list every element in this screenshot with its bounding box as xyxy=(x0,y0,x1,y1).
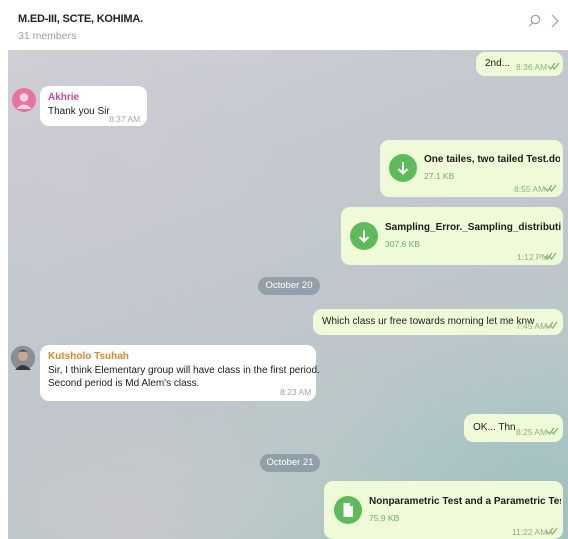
message-time: 8:37 AM xyxy=(109,114,141,124)
document-icon xyxy=(343,503,353,517)
avatar[interactable] xyxy=(11,346,35,370)
member-count: 31 members xyxy=(18,30,77,42)
file-message[interactable]: Nonparametric Test and a Parametric Test… xyxy=(324,481,563,539)
file-name[interactable]: Sampling_Error._Sampling_distribution.d.… xyxy=(385,221,561,235)
read-check-icon xyxy=(546,427,559,435)
message-outgoing[interactable]: 2nd... 8:36 AM xyxy=(476,52,563,76)
message-text: Thank you Sir xyxy=(48,106,110,117)
read-check-icon xyxy=(544,252,557,260)
file-size: 75.9 KB xyxy=(369,513,400,523)
message-text: Sir, I think Elementary group will have … xyxy=(48,365,320,376)
download-arrow-icon xyxy=(397,162,409,175)
read-check-icon xyxy=(545,321,558,329)
chat-title[interactable]: M.ED-III, SCTE, KOHIMA. xyxy=(18,13,143,25)
message-time: 8:25 AM xyxy=(516,427,548,437)
date-separator: October 21 xyxy=(260,454,320,472)
message-incoming[interactable]: Kutsholo Tsuhah Sir, I think Elementary … xyxy=(40,345,320,401)
user-silhouette-icon xyxy=(16,93,32,109)
read-check-icon xyxy=(547,62,560,70)
date-separator: October 20 xyxy=(258,277,320,295)
file-name[interactable]: Nonparametric Test and a Parametric Test… xyxy=(369,495,561,509)
file-message[interactable]: One tailes, two tailed Test.docx 27.1 KB… xyxy=(380,140,563,197)
message-time: 8:55 AM xyxy=(514,184,546,194)
message-text: 2nd... xyxy=(485,58,511,69)
avatar[interactable] xyxy=(12,88,36,112)
sender-name[interactable]: Akhrie xyxy=(48,91,79,105)
user-photo-icon xyxy=(11,346,35,370)
download-button[interactable] xyxy=(350,222,378,250)
read-check-icon xyxy=(544,184,557,192)
message-time: 8:36 AM xyxy=(516,62,548,72)
file-size: 307.6 KB xyxy=(385,239,420,249)
message-time: 8:23 AM xyxy=(280,387,312,397)
chevron-right-icon[interactable] xyxy=(550,14,560,28)
message-time: 7:45 AM xyxy=(516,321,548,331)
message-time: 11:22 AM xyxy=(512,527,548,537)
read-check-icon xyxy=(545,527,558,535)
sender-name[interactable]: Kutsholo Tsuhah xyxy=(48,350,129,364)
file-message[interactable]: Sampling_Error._Sampling_distribution.d.… xyxy=(341,207,563,265)
file-size: 27.1 KB xyxy=(424,171,455,181)
message-text: Second period is Md Alem's class. xyxy=(48,378,200,389)
search-icon[interactable] xyxy=(528,14,542,28)
download-arrow-icon xyxy=(358,230,370,243)
message-incoming[interactable]: Akhrie Thank you Sir 8:37 AM xyxy=(40,86,147,126)
open-file-button[interactable] xyxy=(334,496,362,524)
message-text: OK... Thn xyxy=(473,422,516,433)
download-button[interactable] xyxy=(389,154,417,182)
file-name[interactable]: One tailes, two tailed Test.docx xyxy=(424,153,560,167)
message-list[interactable]: 2nd... 8:36 AM Akhrie Thank you Sir 8:37… xyxy=(8,50,568,539)
message-outgoing[interactable]: Which class ur free towards morning let … xyxy=(313,309,563,335)
message-text: Which class ur free towards morning let … xyxy=(322,316,535,327)
chat-header[interactable]: M.ED-III, SCTE, KOHIMA. 31 members xyxy=(0,0,568,50)
message-outgoing[interactable]: OK... Thn 8:25 AM xyxy=(464,414,563,442)
